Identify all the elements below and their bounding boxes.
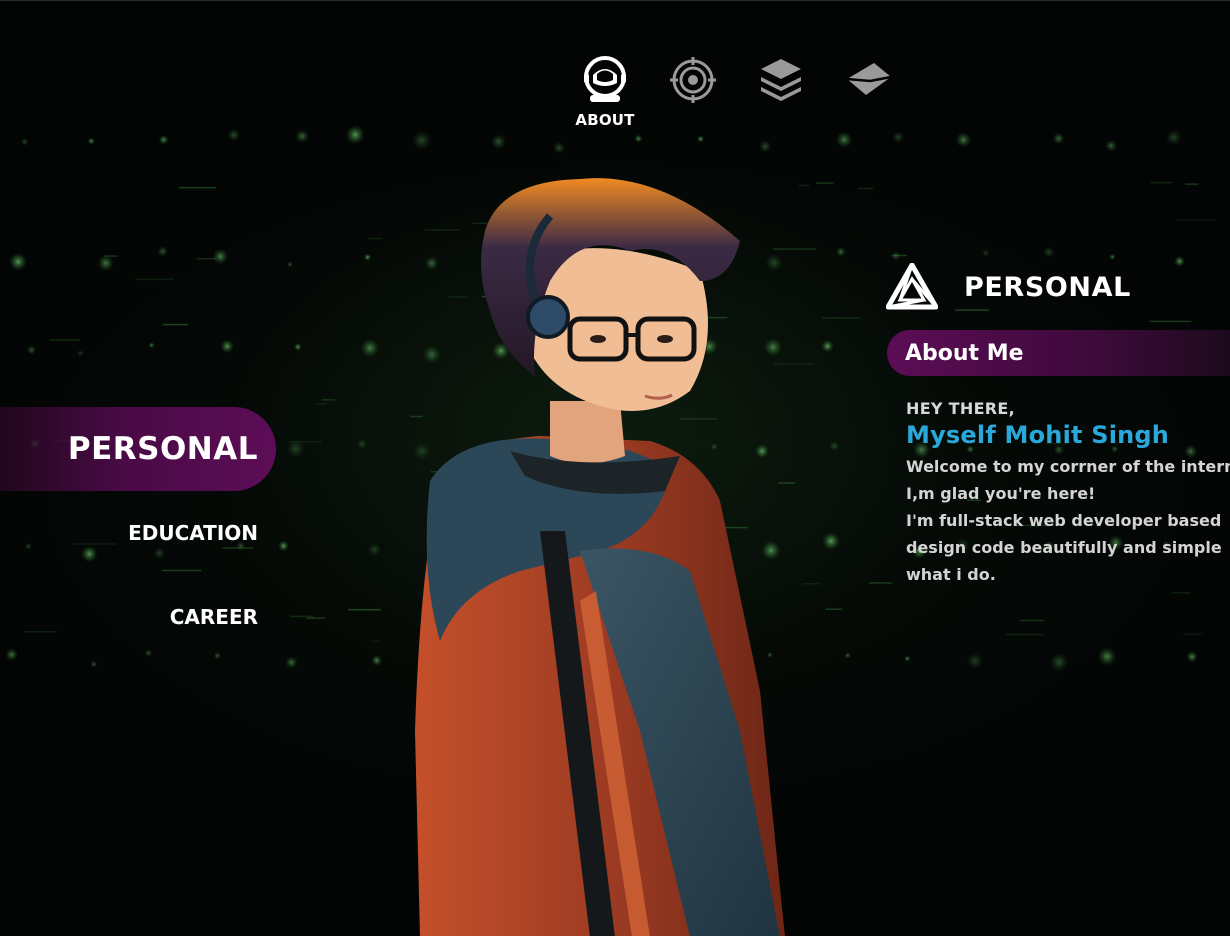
envelope-icon (846, 63, 892, 95)
astronaut-helmet-icon (584, 56, 626, 102)
greeting-text: HEY THERE, (906, 399, 1016, 418)
target-eye-icon (670, 57, 716, 103)
nav-projects[interactable] (748, 55, 814, 129)
nav-about[interactable]: ABOUT (572, 55, 638, 129)
side-nav-education[interactable]: EDUCATION (0, 521, 280, 545)
intro-line: I'm full-stack web developer based (906, 511, 1222, 530)
intro-line: Welcome to my corrner of the intern (906, 457, 1230, 476)
side-nav-career[interactable]: CAREER (0, 605, 280, 629)
intro-line: I,m glad you're here! (906, 484, 1096, 503)
avatar-illustration (415, 178, 785, 936)
side-nav-personal[interactable]: PERSONAL (0, 407, 276, 491)
about-me-heading: About Me (887, 330, 1230, 376)
nav-about-label: ABOUT (575, 111, 635, 129)
section-title: PERSONAL (964, 271, 1131, 303)
section-header: PERSONAL (886, 263, 1131, 311)
penrose-triangle-icon (886, 263, 938, 310)
nav-contact[interactable] (836, 55, 902, 129)
intro-paragraph: Welcome to my corrner of the intern I,m … (906, 453, 1230, 588)
intro-line: design code beautifully and simple (906, 538, 1222, 557)
intro-line: what i do. (906, 565, 996, 584)
side-nav: PERSONAL EDUCATION CAREER (0, 407, 280, 629)
nav-skills[interactable] (660, 55, 726, 129)
name-heading: Myself Mohit Singh (906, 421, 1170, 449)
layers-icon (761, 59, 801, 101)
page: ABOUT PERSONAL EDUCATION CAREER PERSONAL… (0, 0, 1230, 936)
intro-block: HEY THERE, Myself Mohit Singh Welcome to… (906, 399, 1230, 588)
top-nav: ABOUT (572, 55, 902, 129)
